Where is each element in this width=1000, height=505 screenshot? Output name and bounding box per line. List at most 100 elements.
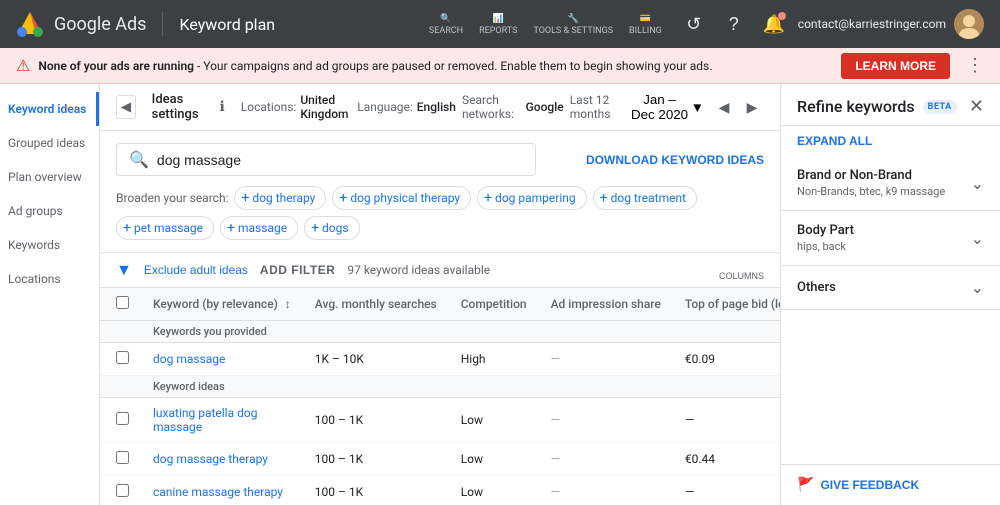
tag-plus-icon-6: + [311,220,319,236]
refine-section-others[interactable]: Others ⌄ [781,266,1000,310]
header-top-page-low-label: Top of page bid (low range) [685,297,780,311]
add-filter-button[interactable]: ADD FILTER [260,263,335,277]
chevron-others-icon: ⌄ [971,278,984,297]
nav-tools[interactable]: 🔧 TOOLS & SETTINGS [533,12,613,36]
user-email: contact@karriestringer.com [798,17,946,31]
row-keyword: luxating patella dog massage [141,398,303,443]
tag-plus-icon-3: + [600,190,608,206]
tag-plus-icon-5: + [227,220,235,236]
tag-chip-2[interactable]: +dog pampering [477,186,587,210]
refine-section-body-part-info: Body Part hips, back [797,223,854,253]
download-keyword-ideas-button[interactable]: DOWNLOAD KEYWORD IDEAS [586,153,764,167]
tag-chip-4[interactable]: +pet massage [116,216,214,240]
row-competition: High [449,343,539,376]
nav-search-label: SEARCH [429,26,463,36]
page-title: Keyword plan [179,15,275,34]
row-checkbox[interactable] [116,412,129,425]
tag-chip-1[interactable]: +dog physical therapy [332,186,471,210]
tag-chip-0[interactable]: +dog therapy [234,186,326,210]
sidebar-label-grouped-ideas: Grouped ideas [8,136,85,150]
give-feedback-button[interactable]: GIVE FEEDBACK [820,478,919,492]
refine-title-text: Refine keywords [797,97,915,116]
sidebar-item-ad-groups[interactable]: Ad groups [0,194,99,228]
refine-section-body-part[interactable]: Body Part hips, back ⌄ [781,211,1000,266]
refresh-button[interactable]: ↺ [678,8,710,40]
sidebar-item-grouped-ideas[interactable]: Grouped ideas [0,126,99,160]
sidebar-item-keywords[interactable]: Keywords [0,228,99,262]
row-checkbox[interactable] [116,351,129,364]
row-competition: Low [449,398,539,443]
tag-label-0: dog therapy [252,191,315,205]
close-refine-panel-button[interactable]: ✕ [969,96,984,117]
header-top-page-low: Top of page bid (low range) [673,288,780,321]
date-prev-button[interactable]: ◀ [712,95,736,119]
network-value: Google [526,100,564,114]
row-top-page-low: — [673,476,780,505]
sidebar-item-plan-overview[interactable]: Plan overview [0,160,99,194]
row-checkbox[interactable] [116,451,129,464]
collapse-sidebar-button[interactable]: ◀ [116,95,136,119]
refine-section-brand-info: Brand or Non-Brand Non-Brands, btec, k9 … [797,168,945,198]
tag-chip-6[interactable]: +dogs [304,216,360,240]
sidebar-label-locations: Locations [8,272,61,286]
broaden-row: Broaden your search: +dog therapy +dog p… [116,186,764,240]
keyword-link[interactable]: canine massage therapy [153,485,283,499]
tag-chip-3[interactable]: +dog treatment [593,186,697,210]
refine-section-brand[interactable]: Brand or Non-Brand Non-Brands, btec, k9 … [781,156,1000,211]
nav-divider [162,12,163,36]
sidebar-item-locations[interactable]: Locations [0,262,99,296]
exclude-adult-button[interactable]: Exclude adult ideas [144,263,248,277]
date-next-button[interactable]: ▶ [740,95,764,119]
columns-button[interactable]: COLUMNS [719,259,764,281]
section-label: Keyword ideas [141,376,780,398]
select-all-checkbox[interactable] [116,296,129,309]
sidebar: Keyword ideas Grouped ideas Plan overvie… [0,84,100,505]
header-keyword-label: Keyword (by relevance) [153,297,278,311]
info-icon[interactable]: ℹ [219,99,224,115]
row-top-page-low: €0.44 [673,443,780,476]
chevron-body-part-icon: ⌄ [971,229,984,248]
nav-billing[interactable]: 💳 BILLING [629,12,662,36]
nav-reports[interactable]: 📊 REPORTS [479,12,517,36]
expand-all-button[interactable]: EXPAND ALL [781,126,1000,156]
table-row: canine massage therapy 100 – 1K Low — — … [100,476,780,505]
keyword-link[interactable]: dog massage therapy [153,452,268,466]
location-value: United Kingdom [300,93,351,121]
sidebar-item-keyword-ideas[interactable]: Keyword ideas [0,92,99,126]
tag-label-4: pet massage [134,221,203,235]
row-competition: Low [449,443,539,476]
row-checkbox-cell [100,343,141,376]
alert-more-button[interactable]: ⋮ [966,55,984,76]
search-input[interactable] [157,152,523,168]
learn-more-button[interactable]: LEARN MORE [841,53,950,79]
search-row: 🔍 DOWNLOAD KEYWORD IDEAS [116,143,764,176]
keyword-table: Keyword (by relevance) ↕ Avg. monthly se… [100,288,780,505]
tag-label-5: massage [238,221,287,235]
keyword-link[interactable]: luxating patella dog massage [153,406,257,434]
table-header-row: Keyword (by relevance) ↕ Avg. monthly se… [100,288,780,321]
refine-panel: Refine keywords BETA ✕ EXPAND ALL Brand … [780,84,1000,505]
nav-search[interactable]: 🔍 SEARCH [429,12,463,36]
search-box[interactable]: 🔍 [116,143,536,176]
notification-button[interactable]: 🔔 [758,8,790,40]
date-dropdown-button[interactable]: Jan – Dec 2020 ▼ [630,92,704,122]
row-checkbox[interactable] [116,484,129,497]
header-keyword[interactable]: Keyword (by relevance) ↕ [141,288,303,321]
refine-section-body-part-header: Body Part hips, back ⌄ [797,223,984,253]
billing-nav-icon: 💳 [640,14,651,24]
tag-chip-5[interactable]: +massage [220,216,298,240]
sidebar-label-keyword-ideas: Keyword ideas [8,102,86,116]
tag-label-2: dog pampering [495,191,576,205]
user-avatar[interactable] [954,9,984,39]
refine-section-brand-title: Brand or Non-Brand [797,168,945,183]
ideas-settings-label: Ideas settings ℹ [152,92,225,122]
main-layout: Keyword ideas Grouped ideas Plan overvie… [0,84,1000,505]
keyword-link[interactable]: dog massage [153,352,225,366]
help-button[interactable]: ? [718,8,750,40]
row-keyword: dog massage therapy [141,443,303,476]
network-chip: Search networks: Google [462,93,564,121]
search-nav-icon: 🔍 [440,14,451,24]
avatar-image [954,9,984,39]
alert-text: None of your ads are running - Your camp… [38,59,833,73]
alert-bold-text: None of your ads are running [38,59,194,73]
